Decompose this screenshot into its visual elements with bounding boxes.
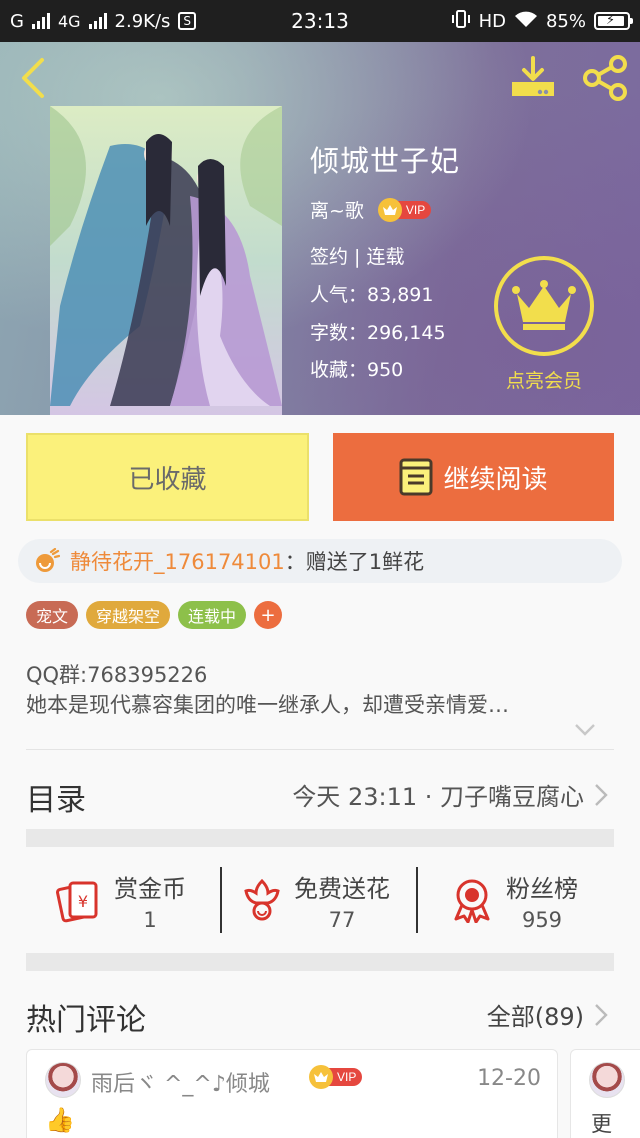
- vip-badge: VIP: [377, 197, 432, 222]
- member-crown-button[interactable]: [494, 256, 594, 356]
- chevron-down-icon[interactable]: [574, 723, 596, 737]
- tag-chip[interactable]: 连载中: [178, 601, 247, 629]
- all-comments-link[interactable]: 全部(89): [487, 997, 608, 1032]
- chevron-left-icon: [22, 58, 44, 98]
- download-icon: [512, 56, 554, 96]
- back-button[interactable]: [14, 56, 54, 100]
- book-icon: [399, 458, 433, 496]
- book-header: 倾城世子妃 离~歌 VIP 签约 | 连载 人气：83,891 字数：296,1…: [0, 42, 640, 415]
- flower-icon: [244, 878, 280, 921]
- toc-title[interactable]: 目录: [26, 775, 86, 819]
- comment-date: 12-20: [477, 1066, 541, 1091]
- fan-ranking-stat[interactable]: 粉丝榜 959: [450, 865, 578, 935]
- stat-value: 77: [328, 907, 356, 932]
- status-bar: G 4G 2.9K/s S 23:13 HD 85% ⚡: [0, 0, 640, 42]
- free-flowers-stat[interactable]: 免费送花 77: [242, 865, 390, 935]
- comment-preview: 更: [591, 1112, 612, 1136]
- download-button[interactable]: [508, 54, 558, 102]
- intro-line-2: 她本是现代慕容集团的唯一继承人，却遭受亲情爱…: [26, 693, 509, 717]
- vibrate-icon: [451, 9, 471, 33]
- reward-coins-stat[interactable]: ¥ 赏金币 1: [56, 865, 186, 935]
- tag-chip[interactable]: 穿越架空: [86, 601, 171, 629]
- wifi-icon: [514, 10, 538, 33]
- book-popularity: 人气：83,891: [310, 284, 434, 306]
- gift-user[interactable]: 静待花开_176174101: [70, 546, 285, 576]
- red-envelope-icon: ¥: [56, 881, 98, 923]
- gift-notice[interactable]: 静待花开_176174101 ：赠送了1鲜花: [18, 539, 622, 583]
- favorited-button[interactable]: 已收藏: [26, 433, 309, 521]
- section-separator: [26, 953, 614, 971]
- stat-value: 1: [143, 907, 157, 932]
- tag-list: 宠文 穿越架空 连载中 +: [26, 601, 283, 629]
- stat-label: 粉丝榜: [506, 874, 578, 903]
- chevron-right-icon: [595, 783, 608, 806]
- vip-badge: VIP: [309, 1065, 363, 1089]
- award-ribbon-icon: [454, 879, 490, 923]
- avatar[interactable]: [45, 1062, 81, 1098]
- crown-icon: [377, 197, 402, 222]
- comment-card[interactable]: 雨后ヾ ^_^♪倾城 VIP 12-20 👍: [26, 1049, 558, 1138]
- svg-text:¥: ¥: [78, 892, 88, 911]
- stat-label: 免费送花: [294, 874, 390, 903]
- comment-card[interactable]: 更: [570, 1049, 640, 1138]
- continue-reading-label: 继续阅读: [443, 464, 548, 495]
- battery-percent: 85%: [545, 10, 586, 32]
- hot-comments-title: 热门评论: [26, 1003, 146, 1038]
- thumbs-up-emoji: 👍: [45, 1106, 75, 1134]
- signal-icon: [31, 13, 50, 29]
- comment-user[interactable]: 雨后ヾ ^_^♪倾城: [91, 1066, 270, 1098]
- book-favorites: 收藏：950: [310, 359, 404, 381]
- gift-message: ：赠送了1鲜花: [284, 550, 425, 574]
- divider: [416, 867, 418, 933]
- tag-chip[interactable]: 宠文: [26, 601, 79, 629]
- crown-icon: [512, 280, 576, 330]
- latest-chapter-label: 今天 23:11 · 刀子嘴豆腐心: [292, 783, 584, 811]
- battery-icon: ⚡: [594, 12, 633, 30]
- s-icon: S: [178, 12, 197, 30]
- hd-label: HD: [478, 10, 506, 32]
- divider: [220, 867, 222, 933]
- crown-icon: [309, 1065, 333, 1089]
- share-button[interactable]: [580, 54, 630, 102]
- author-link[interactable]: 离~歌: [310, 196, 364, 223]
- book-cover[interactable]: [50, 106, 282, 415]
- all-comments-label: 全部(89): [486, 1003, 584, 1031]
- add-tag-button[interactable]: +: [254, 601, 283, 629]
- avatar[interactable]: [589, 1062, 625, 1098]
- member-label[interactable]: 点亮会员: [496, 366, 592, 393]
- share-icon: [583, 55, 627, 101]
- carrier-label: G: [10, 10, 24, 32]
- stat-label: 赏金币: [114, 874, 186, 903]
- flower-icon: [36, 548, 60, 572]
- book-detail-content: 已收藏 继续阅读 静待花开_176174101 ：赠送了1鲜花 宠文 穿越架空 …: [0, 415, 640, 1138]
- divider: [26, 749, 614, 750]
- book-word-count: 字数：296,145: [310, 322, 446, 344]
- speed-label: 2.9K/s: [114, 10, 171, 32]
- cover-illustration: [50, 106, 282, 415]
- network-label: 4G: [57, 11, 81, 31]
- continue-reading-button[interactable]: 继续阅读: [333, 433, 614, 521]
- book-status: 签约 | 连载: [310, 246, 405, 268]
- signal-icon-2: [88, 13, 107, 29]
- intro-line-1: QQ群:768395226: [26, 663, 208, 687]
- latest-chapter-link[interactable]: 今天 23:11 · 刀子嘴豆腐心: [292, 777, 608, 812]
- stat-value: 959: [521, 907, 563, 932]
- chevron-right-icon: [595, 1003, 608, 1026]
- section-separator: [26, 829, 614, 847]
- book-title: 倾城世子妃: [310, 144, 461, 178]
